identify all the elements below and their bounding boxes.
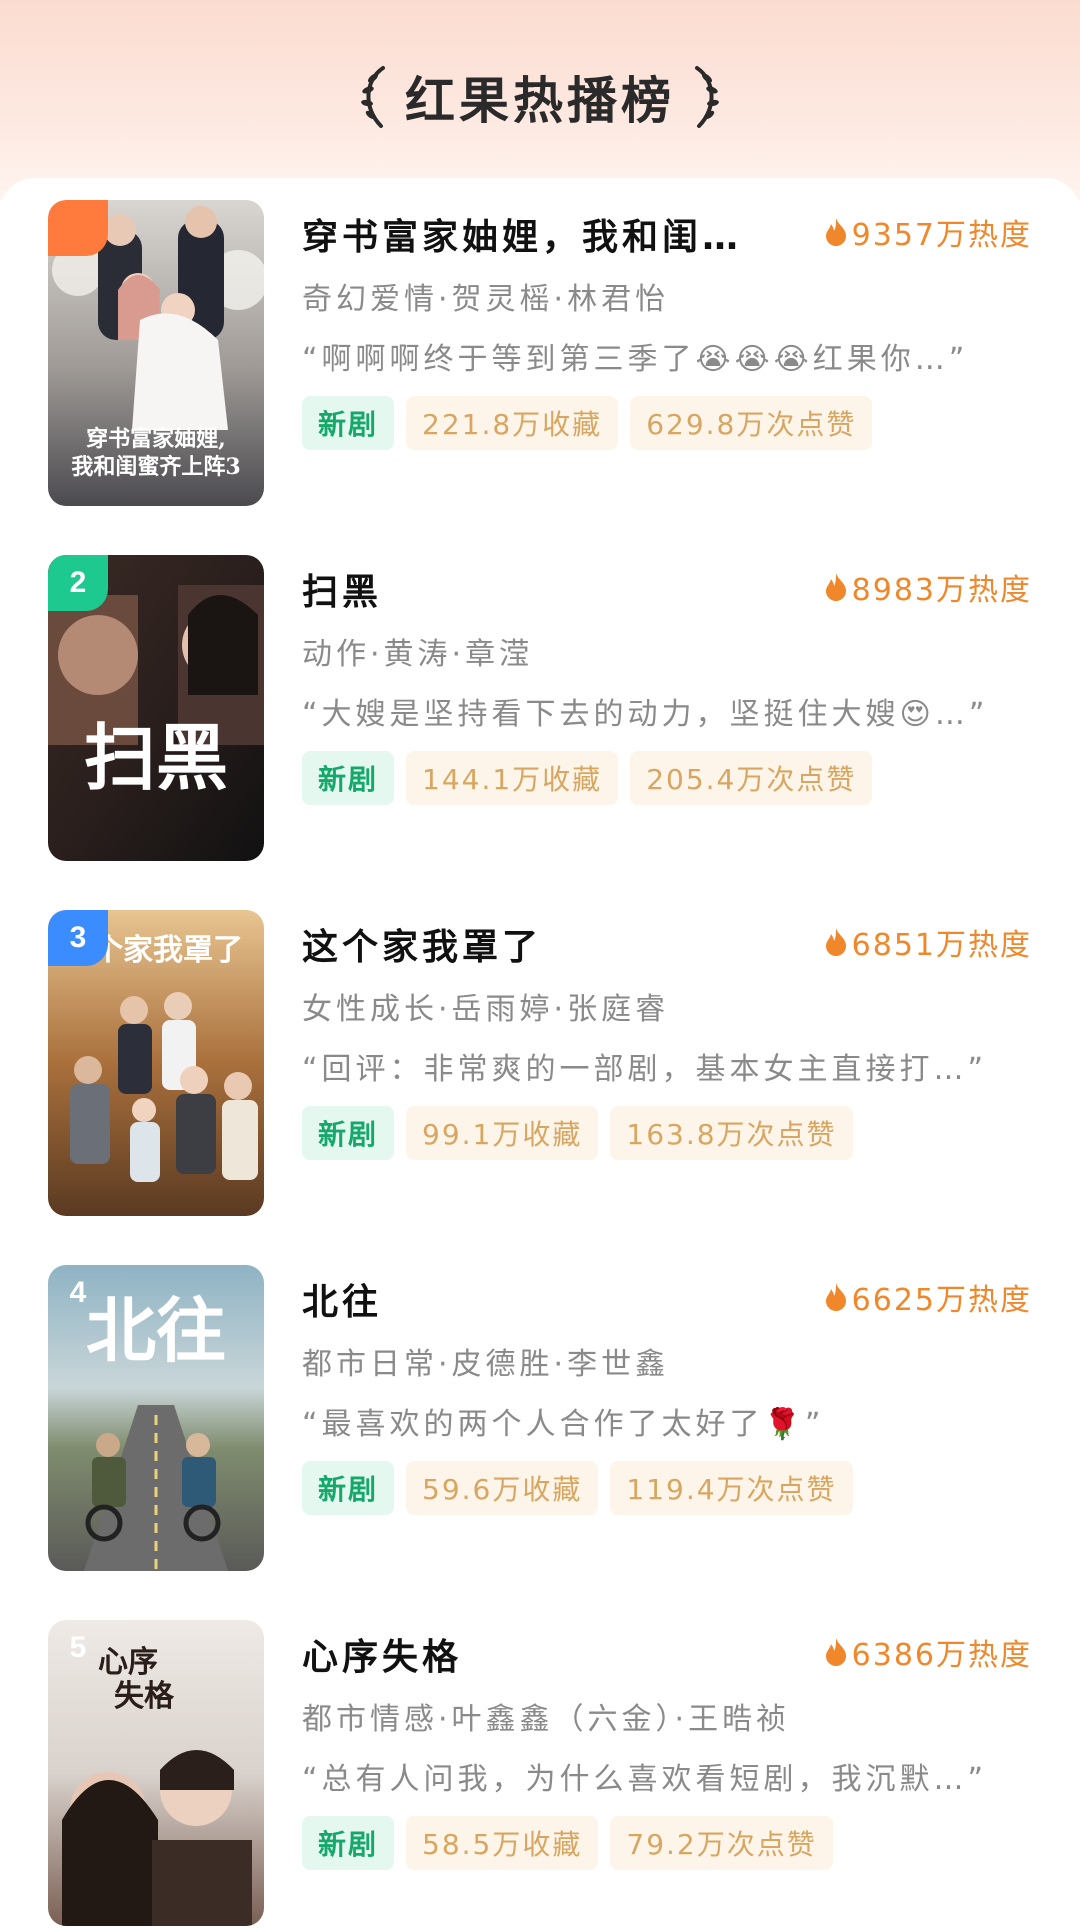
collect-count-tag: 99.1万收藏 — [406, 1106, 599, 1160]
poster-3[interactable]: 个家我罩了 3 — [48, 910, 264, 1216]
top-comment: “大嫂是坚持看下去的动力，坚挺住大嫂😍…” — [302, 697, 989, 732]
poster-2[interactable]: 扫黑 2 — [48, 555, 264, 861]
page-header: 红果热播榜 — [0, 52, 1080, 142]
heat-score: 6851万热度 — [824, 920, 1032, 964]
laurel-right-icon — [695, 66, 719, 128]
rank-badge-5: 5 — [69, 1631, 87, 1664]
heat-value: 8983万热度 — [851, 573, 1032, 608]
page-title: 红果热播榜 — [405, 72, 675, 130]
top-comment: “回评：非常爽的一部剧，基本女主直接打…” — [302, 1052, 988, 1087]
poster-4[interactable]: 北往 4 — [48, 1265, 264, 1571]
new-tag: 新剧 — [302, 1461, 395, 1515]
like-count-tag: 79.2万次点赞 — [610, 1816, 833, 1870]
ranking-item-5[interactable]: 心序 失格 5 心序失格 6386万热度 都市情感·叶鑫鑫（六金）·王晧祯 “总… — [0, 1620, 1080, 1930]
tag-row: 新剧 58.5万收藏 79.2万次点赞 — [302, 1816, 833, 1870]
rank-badge-1 — [48, 200, 108, 256]
top-comment: “最喜欢的两个人合作了太好了🌹” — [302, 1407, 825, 1442]
tag-row: 新剧 59.6万收藏 119.4万次点赞 — [302, 1461, 853, 1515]
heat-score: 6386万热度 — [824, 1630, 1032, 1674]
ranking-item-4[interactable]: 北往 4 北往 6625万热度 都市日常·皮德胜·李世鑫 “最喜欢的两个人合作了… — [0, 1265, 1080, 1575]
collect-count-tag: 58.5万收藏 — [406, 1816, 599, 1870]
tag-row: 新剧 99.1万收藏 163.8万次点赞 — [302, 1106, 853, 1160]
heat-score: 6625万热度 — [824, 1275, 1032, 1319]
like-count-tag: 119.4万次点赞 — [610, 1461, 853, 1515]
flame-icon — [825, 1283, 846, 1311]
heat-score: 9357万热度 — [824, 210, 1032, 254]
poster-5[interactable]: 心序 失格 5 — [48, 1620, 264, 1926]
drama-meta: 都市情感·叶鑫鑫（六金）·王晧祯 — [302, 1702, 791, 1737]
svg-text:我和闺蜜齐上阵3: 我和闺蜜齐上阵3 — [71, 454, 240, 480]
collect-count-tag: 221.8万收藏 — [406, 396, 619, 450]
drama-title[interactable]: 心序失格 — [302, 1628, 782, 1680]
svg-text:个家我罩了: 个家我罩了 — [93, 933, 243, 968]
drama-title[interactable]: 北往 — [302, 1273, 782, 1325]
new-tag: 新剧 — [302, 396, 395, 450]
heat-value: 6386万热度 — [851, 1638, 1032, 1673]
top-comment: “啊啊啊终于等到第三季了😭😭😭红果你…” — [302, 342, 969, 377]
drama-meta: 奇幻爱情·贺灵榣·林君怡 — [302, 282, 670, 317]
tag-row: 新剧 144.1万收藏 205.4万次点赞 — [302, 751, 873, 805]
tag-row: 新剧 221.8万收藏 629.8万次点赞 — [302, 396, 873, 450]
like-count-tag: 629.8万次点赞 — [630, 396, 873, 450]
like-count-tag: 163.8万次点赞 — [610, 1106, 853, 1160]
ranking-item-2[interactable]: 扫黑 2 扫黑 8983万热度 动作·黄涛·章滢 “大嫂是坚持看下去的动力，坚挺… — [0, 555, 1080, 865]
heat-value: 6851万热度 — [851, 928, 1032, 963]
new-tag: 新剧 — [302, 1106, 395, 1160]
drama-title[interactable]: 这个家我罩了 — [302, 918, 782, 970]
top-comment: “总有人问我，为什么喜欢看短剧，我沉默…” — [302, 1762, 988, 1797]
rank-badge-3: 3 — [48, 910, 108, 966]
flame-icon — [825, 1638, 846, 1666]
rank-badge-2: 2 — [48, 555, 108, 611]
drama-title[interactable]: 扫黑 — [302, 563, 782, 615]
heat-score: 8983万热度 — [824, 565, 1032, 609]
drama-meta: 都市日常·皮德胜·李世鑫 — [302, 1347, 670, 1382]
drama-meta: 动作·黄涛·章滢 — [302, 637, 534, 672]
flame-icon — [825, 573, 846, 601]
rank-badge-4: 4 — [69, 1276, 87, 1309]
svg-text:穿书富家妯娌,: 穿书富家妯娌, — [86, 426, 226, 452]
collect-count-tag: 144.1万收藏 — [406, 751, 619, 805]
heat-value: 9357万热度 — [851, 218, 1032, 253]
drama-meta: 女性成长·岳雨婷·张庭睿 — [302, 992, 670, 1027]
new-tag: 新剧 — [302, 1816, 395, 1870]
flame-icon — [825, 218, 846, 246]
svg-text:扫黑: 扫黑 — [84, 715, 228, 800]
ranking-item-3[interactable]: 个家我罩了 3 这个家我罩了 6851万热度 女性成长·岳雨婷·张庭睿 “回评：… — [0, 910, 1080, 1220]
laurel-left-icon — [361, 66, 385, 128]
like-count-tag: 205.4万次点赞 — [630, 751, 873, 805]
heat-value: 6625万热度 — [851, 1283, 1032, 1318]
drama-title[interactable]: 穿书富家妯娌，我和闺… — [302, 208, 782, 260]
poster-1[interactable]: 穿书富家妯娌, 我和闺蜜齐上阵3 — [48, 200, 264, 506]
flame-icon — [825, 928, 846, 956]
svg-text:失格: 失格 — [114, 1679, 175, 1714]
collect-count-tag: 59.6万收藏 — [406, 1461, 599, 1515]
ranking-item-1[interactable]: 穿书富家妯娌, 我和闺蜜齐上阵3 穿书富家妯娌，我和闺… 9357万热度 奇幻爱… — [0, 200, 1080, 510]
new-tag: 新剧 — [302, 751, 395, 805]
